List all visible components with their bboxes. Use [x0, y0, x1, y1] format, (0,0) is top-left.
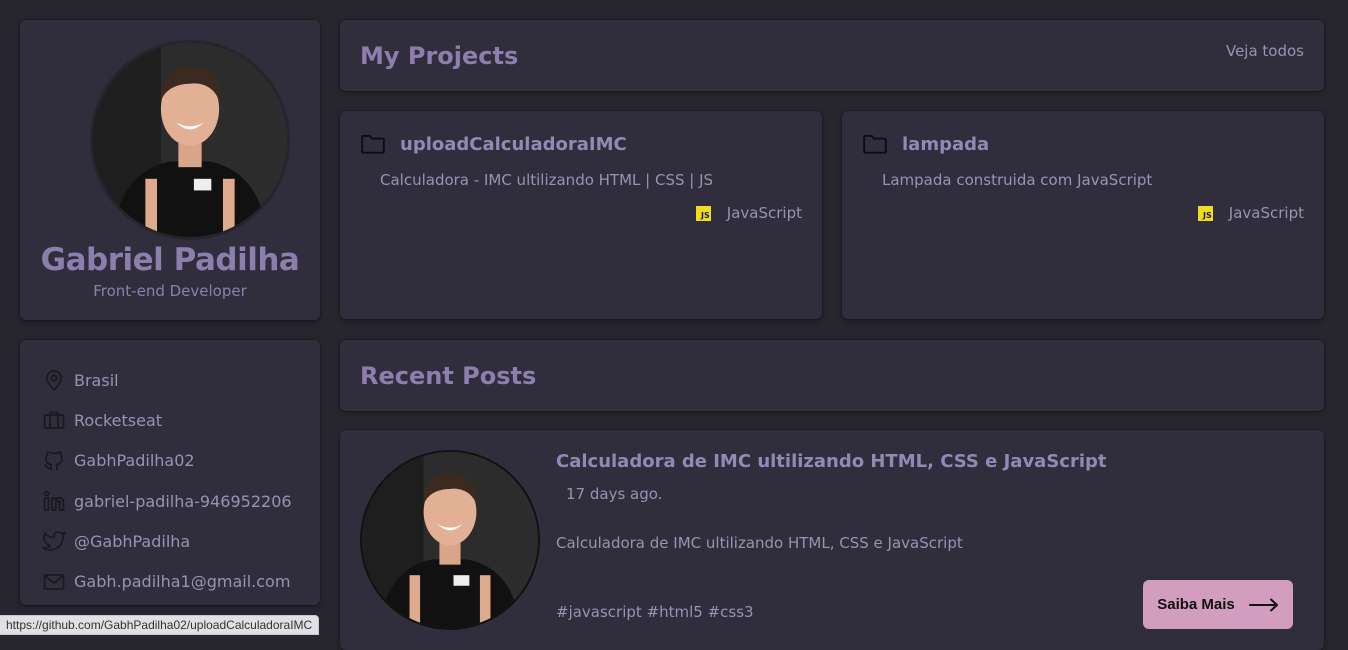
contact-label: Rocketseat [74, 410, 163, 430]
javascript-icon: JS [1197, 205, 1213, 221]
twitter-icon [42, 529, 66, 553]
saiba-mais-button[interactable]: Saiba Mais [1143, 580, 1293, 629]
projects-title: My Projects [360, 41, 519, 70]
profile-card: Gabriel Padilha Front-end Developer [20, 20, 320, 320]
contact-company[interactable]: Rocketseat [42, 400, 298, 440]
posts-title: Recent Posts [360, 361, 537, 390]
contact-twitter[interactable]: @GabhPadilha [42, 521, 298, 561]
posts-header: Recent Posts [340, 340, 1324, 411]
project-language: JS JavaScript [862, 204, 1304, 222]
project-name[interactable]: uploadCalculadoraIMC [400, 134, 627, 155]
contact-label: gabriel-padilha-946952206 [74, 491, 292, 511]
contact-label: Gabh.padilha1@gmail.com [74, 572, 291, 592]
saiba-mais-label: Saiba Mais [1157, 596, 1235, 613]
post-title[interactable]: Calculadora de IMC ultilizando HTML, CSS… [556, 451, 1107, 472]
profile-name: Gabriel Padilha [40, 242, 300, 278]
javascript-icon: JS [695, 205, 711, 221]
profile-role: Front-end Developer [93, 282, 247, 300]
project-name[interactable]: lampada [902, 134, 989, 155]
briefcase-icon [42, 408, 66, 432]
post-image [360, 450, 540, 630]
avatar [90, 40, 290, 240]
post-card: Calculadora de IMC ultilizando HTML, CSS… [340, 430, 1324, 650]
contact-label: GabhPadilha02 [74, 451, 195, 471]
project-language: JS JavaScript [360, 204, 802, 222]
projects-header: My Projects Veja todos [340, 20, 1324, 91]
github-icon [42, 449, 66, 473]
project-card[interactable]: uploadCalculadoraIMC Calculadora - IMC u… [340, 111, 822, 319]
contact-github[interactable]: GabhPadilha02 [42, 441, 298, 481]
contacts-card: Brasil Rocketseat GabhPadilha02 gabriel-… [20, 340, 320, 605]
see-all-link[interactable]: Veja todos [1226, 42, 1304, 60]
project-language-label: JavaScript [1228, 204, 1304, 222]
contact-email[interactable]: Gabh.padilha1@gmail.com [42, 561, 298, 601]
status-bar-url: https://github.com/GabhPadilha02/uploadC… [0, 615, 320, 635]
contact-linkedin[interactable]: gabriel-padilha-946952206 [42, 481, 298, 521]
project-card[interactable]: lampada Lampada construida com JavaScrip… [842, 111, 1324, 319]
arrow-right-icon [1248, 598, 1278, 611]
project-description: Calculadora - IMC ultilizando HTML | CSS… [380, 171, 714, 189]
contact-label: @GabhPadilha [74, 531, 191, 551]
project-description: Lampada construida com JavaScript [882, 171, 1153, 189]
folder-icon [863, 134, 887, 154]
post-date: 17 days ago. [566, 485, 663, 503]
project-language-label: JavaScript [726, 204, 802, 222]
contact-location[interactable]: Brasil [42, 360, 298, 400]
folder-icon [361, 134, 385, 154]
location-pin-icon [42, 368, 66, 392]
linkedin-icon [42, 489, 66, 513]
post-tags: #javascript #html5 #css3 [556, 603, 754, 621]
mail-icon [42, 570, 66, 594]
post-excerpt: Calculadora de IMC ultilizando HTML, CSS… [556, 534, 963, 552]
contact-label: Brasil [74, 370, 119, 390]
